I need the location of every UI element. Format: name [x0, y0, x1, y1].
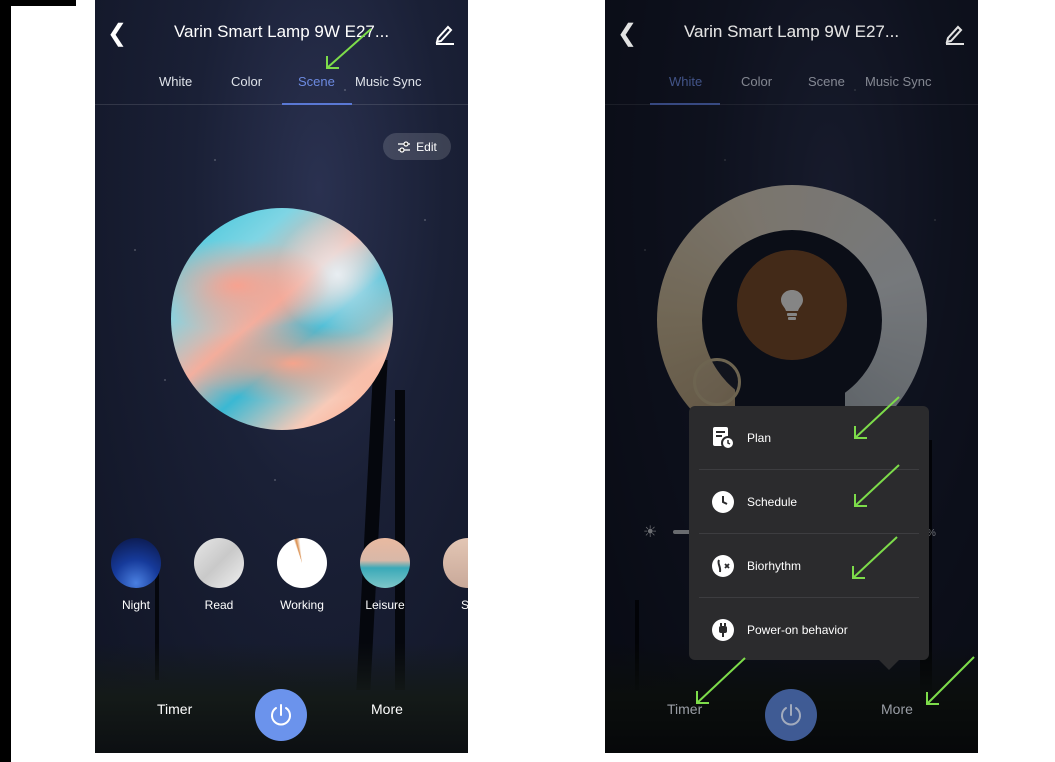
power-button[interactable] — [255, 689, 307, 741]
scene-list: Night Read Working Leisure Sc — [95, 538, 468, 618]
scene-item-night[interactable]: Night — [96, 538, 176, 612]
clock-icon — [711, 490, 735, 514]
scene-label: Leisure — [365, 598, 405, 612]
rename-pen-icon[interactable] — [434, 22, 456, 46]
annotation-arrow-icon — [854, 396, 900, 439]
power-icon — [271, 704, 291, 726]
sliders-icon — [398, 140, 411, 153]
device-title: Varin Smart Lamp 9W E27... — [173, 22, 390, 41]
menu-item-label: Schedule — [747, 494, 798, 509]
scene-label: Sc — [460, 598, 468, 612]
top-edge-block — [0, 0, 76, 6]
app-header: ❮ Varin Smart Lamp 9W E27... — [95, 18, 468, 52]
scene-thumb-working — [277, 538, 327, 588]
tab-music-sync[interactable]: Music Sync — [355, 74, 421, 89]
biorhythm-icon — [711, 554, 735, 578]
tab-white[interactable]: White — [669, 74, 702, 89]
scene-thumb-night — [111, 538, 161, 588]
app-header-dimmed: ❮ Varin Smart Lamp 9W E27... — [605, 18, 978, 52]
scene-thumb-partial — [443, 538, 468, 588]
rename-pen-icon[interactable] — [944, 22, 966, 46]
bottom-bar: Timer More — [95, 673, 468, 753]
scene-label: Read — [204, 598, 234, 612]
left-edge-bar — [0, 0, 11, 762]
edit-button[interactable]: Edit — [383, 133, 451, 160]
more-button[interactable]: More — [371, 701, 403, 717]
scene-thumb-leisure — [360, 538, 410, 588]
plug-icon — [711, 618, 735, 642]
annotation-arrow-icon — [696, 657, 746, 704]
mode-tabs: White Color Scene Music Sync — [605, 70, 978, 105]
menu-item-label: Power-on behavior — [747, 622, 848, 637]
active-tab-underline — [282, 103, 352, 105]
scene-item-partial[interactable]: Sc — [428, 538, 468, 612]
menu-item-power-on-behavior[interactable]: Power-on behavior — [699, 598, 919, 661]
annotation-arrow-icon — [852, 536, 898, 579]
menu-item-label: Biorhythm — [747, 558, 802, 573]
plan-icon — [711, 426, 735, 450]
device-title: Varin Smart Lamp 9W E27... — [683, 22, 900, 41]
scene-item-working[interactable]: Working — [262, 538, 342, 612]
tab-scene[interactable]: Scene — [298, 74, 335, 89]
scene-item-read[interactable]: Read — [179, 538, 259, 612]
scene-label: Working — [280, 598, 324, 612]
tab-color[interactable]: Color — [741, 74, 772, 89]
tab-white[interactable]: White — [159, 74, 192, 89]
scene-label: Night — [121, 598, 150, 612]
active-tab-underline — [650, 103, 720, 105]
more-button[interactable]: More — [881, 701, 913, 717]
edit-label: Edit — [416, 139, 437, 154]
annotation-arrow-icon — [926, 656, 975, 705]
annotation-arrow-icon — [854, 464, 900, 507]
scene-item-leisure[interactable]: Leisure — [345, 538, 425, 612]
annotation-arrow-icon — [326, 28, 372, 69]
tab-scene[interactable]: Scene — [808, 74, 845, 89]
scene-thumb-read — [194, 538, 244, 588]
left-phone-screen: ❮ Varin Smart Lamp 9W E27... White Color… — [95, 0, 468, 753]
tab-color[interactable]: Color — [231, 74, 262, 89]
more-menu: Plan Schedule Biorhythm Power-on behavio… — [689, 406, 929, 670]
power-button[interactable] — [765, 689, 817, 741]
menu-item-label: Plan — [747, 430, 772, 445]
timer-button[interactable]: Timer — [157, 701, 192, 717]
power-icon — [781, 704, 801, 726]
mode-tabs: White Color Scene Music Sync — [95, 70, 468, 105]
tab-music-sync[interactable]: Music Sync — [865, 74, 931, 89]
scene-preview-image — [171, 208, 393, 430]
right-phone-screen: ❮ Varin Smart Lamp 9W E27... ☀ % ❮ Varin… — [605, 0, 978, 753]
